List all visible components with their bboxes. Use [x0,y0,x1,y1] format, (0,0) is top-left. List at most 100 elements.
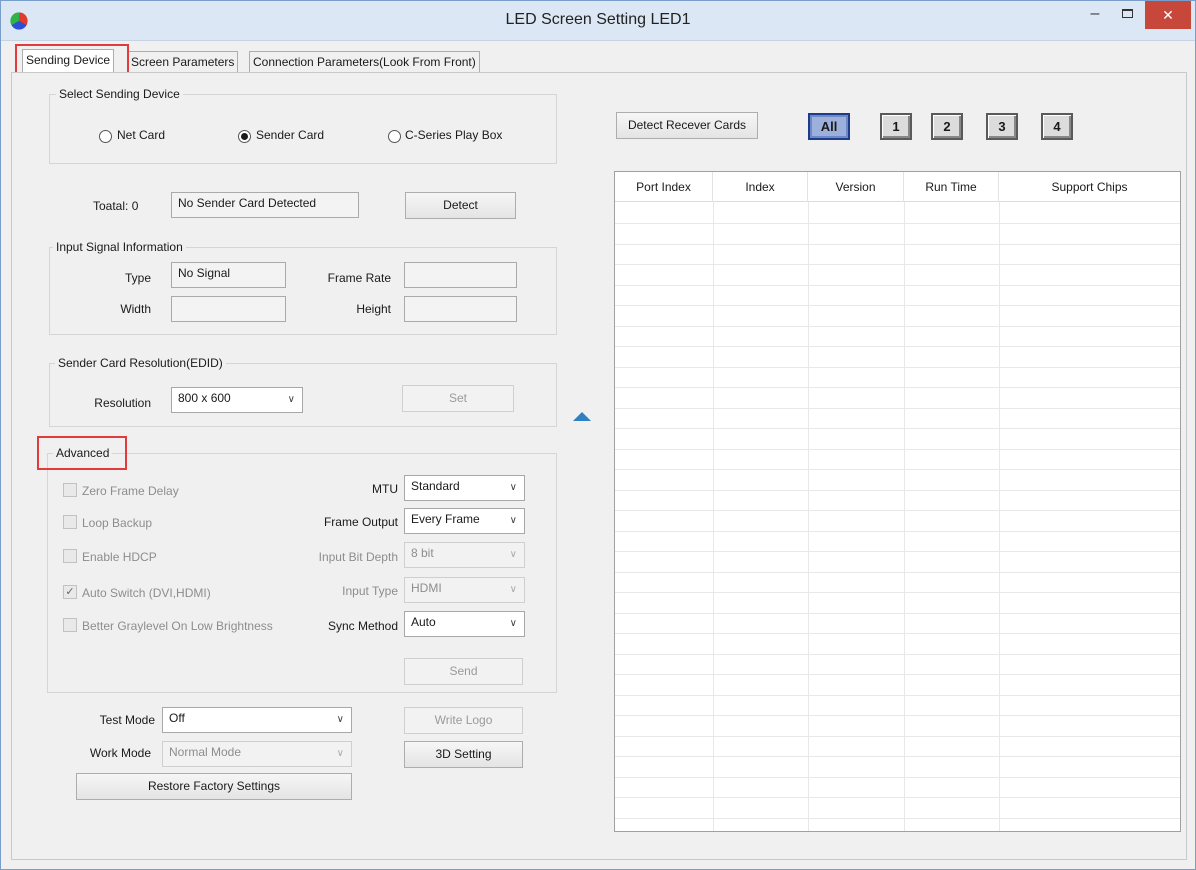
chevron-down-icon: ∨ [336,714,344,725]
restore-factory-settings-button[interactable]: Restore Factory Settings [76,773,352,800]
port-button-4[interactable]: 4 [1041,113,1073,140]
sync-method-label: Sync Method [327,619,398,633]
port-button-1[interactable]: 1 [880,113,912,140]
tab-screen-parameters[interactable]: Screen Parameters [127,51,239,73]
minimize-button[interactable]: – [1077,1,1113,29]
type-field: No Signal [171,262,286,288]
table-row-line [615,571,1180,573]
sender-card-status-field: No Sender Card Detected [171,192,359,218]
test-mode-value: Off [169,711,185,725]
radio-c-series-play-box[interactable] [388,130,401,143]
chevron-down-icon: ∨ [509,482,517,493]
column-header-index[interactable]: Index [713,172,808,202]
table-row-line [615,305,1180,306]
input-signal-title: Input Signal Information [53,240,186,254]
table-row-line [615,653,1180,655]
table-row-line [615,489,1180,491]
column-header-run-time[interactable]: Run Time [904,172,999,202]
input-type-label: Input Type [342,584,398,598]
table-row-line [615,366,1180,368]
input-bit-depth-label: Input Bit Depth [318,550,398,564]
table-row-line [615,756,1180,757]
detect-button[interactable]: Detect [405,192,516,219]
triangle-up-icon[interactable] [567,404,597,426]
radio-sender-card-label: Sender Card [256,128,325,142]
test-mode-select[interactable]: Off ∨ [162,707,352,733]
height-label: Height [356,302,391,316]
send-button[interactable]: Send [404,658,523,685]
chevron-down-icon: ∨ [509,515,517,526]
table-row-line [615,407,1180,409]
table-row-line [615,284,1180,286]
column-header-version[interactable]: Version [808,172,904,202]
height-field [404,296,517,322]
table-column-line [808,202,809,831]
table-row-line [615,551,1180,552]
input-bit-depth-select[interactable]: 8 bit ∨ [404,542,525,568]
column-header-port-index[interactable]: Port Index [615,172,713,202]
table-row-line [615,387,1180,388]
table-row-line [615,817,1180,819]
table-row-line [615,223,1180,224]
title-bar: LED Screen Setting LED1 – ✕ [1,1,1195,41]
frame-output-select[interactable]: Every Frame ∨ [404,508,525,534]
chevron-down-icon: ∨ [509,584,517,595]
table-row-line [615,674,1180,675]
chevron-down-icon: ∨ [336,748,344,759]
zero-frame-delay-checkbox[interactable] [63,483,77,497]
frame-output-value: Every Frame [411,512,480,526]
resolution-title: Sender Card Resolution(EDID) [55,356,226,370]
better-graylevel-checkbox[interactable] [63,618,77,632]
work-mode-label: Work Mode [89,746,151,760]
receiver-card-table[interactable]: Port Index Index Version Run Time Suppor… [614,171,1181,832]
sync-method-value: Auto [411,615,436,629]
mtu-select[interactable]: Standard ∨ [404,475,525,501]
port-button-3[interactable]: 3 [986,113,1018,140]
app-window: LED Screen Setting LED1 – ✕ Sending Devi… [0,0,1196,870]
type-label: Type [124,271,151,285]
better-graylevel-label: Better Graylevel On Low Brightness [82,619,273,633]
auto-switch-checkbox[interactable]: ✓ [63,585,77,599]
input-type-value: HDMI [411,581,442,595]
table-row-line [615,776,1180,778]
loop-backup-label: Loop Backup [82,516,153,530]
mtu-label: MTU [372,482,398,496]
radio-net-card[interactable] [99,130,112,143]
table-row-line [615,530,1180,532]
table-row-line [615,510,1180,511]
column-header-support-chips[interactable]: Support Chips [999,172,1180,202]
3d-setting-button[interactable]: 3D Setting [404,741,523,768]
set-button[interactable]: Set [402,385,514,412]
table-row-line [615,243,1180,245]
loop-backup-checkbox[interactable] [63,515,77,529]
enable-hdcp-checkbox[interactable] [63,549,77,563]
frame-output-label: Frame Output [323,515,398,529]
input-type-select[interactable]: HDMI ∨ [404,577,525,603]
table-row-line [615,264,1180,265]
auto-switch-label: Auto Switch (DVI,HDMI) [82,586,211,600]
input-bit-depth-value: 8 bit [411,546,434,560]
write-logo-button[interactable]: Write Logo [404,707,523,734]
table-row-line [615,592,1180,593]
maximize-button[interactable] [1109,1,1145,29]
table-header: Port Index Index Version Run Time Suppor… [615,172,1180,202]
resolution-value: 800 x 600 [178,391,231,405]
port-button-all[interactable]: All [808,113,850,140]
zero-frame-delay-label: Zero Frame Delay [82,484,179,498]
table-row-line [615,715,1180,716]
port-button-2[interactable]: 2 [931,113,963,140]
table-column-line [713,202,714,831]
chevron-down-icon: ∨ [509,618,517,629]
table-row-line [615,797,1180,798]
table-row-line [615,694,1180,696]
detect-receiver-cards-button[interactable]: Detect Recever Cards [616,112,758,139]
table-row-line [615,633,1180,634]
table-row-line [615,469,1180,470]
close-button[interactable]: ✕ [1145,1,1191,29]
tab-connection-parameters[interactable]: Connection Parameters(Look From Front) [249,51,480,73]
work-mode-select[interactable]: Normal Mode ∨ [162,741,352,767]
sync-method-select[interactable]: Auto ∨ [404,611,525,637]
radio-sender-card[interactable] [238,130,251,143]
table-row-line [615,428,1180,429]
resolution-select[interactable]: 800 x 600 ∨ [171,387,303,413]
